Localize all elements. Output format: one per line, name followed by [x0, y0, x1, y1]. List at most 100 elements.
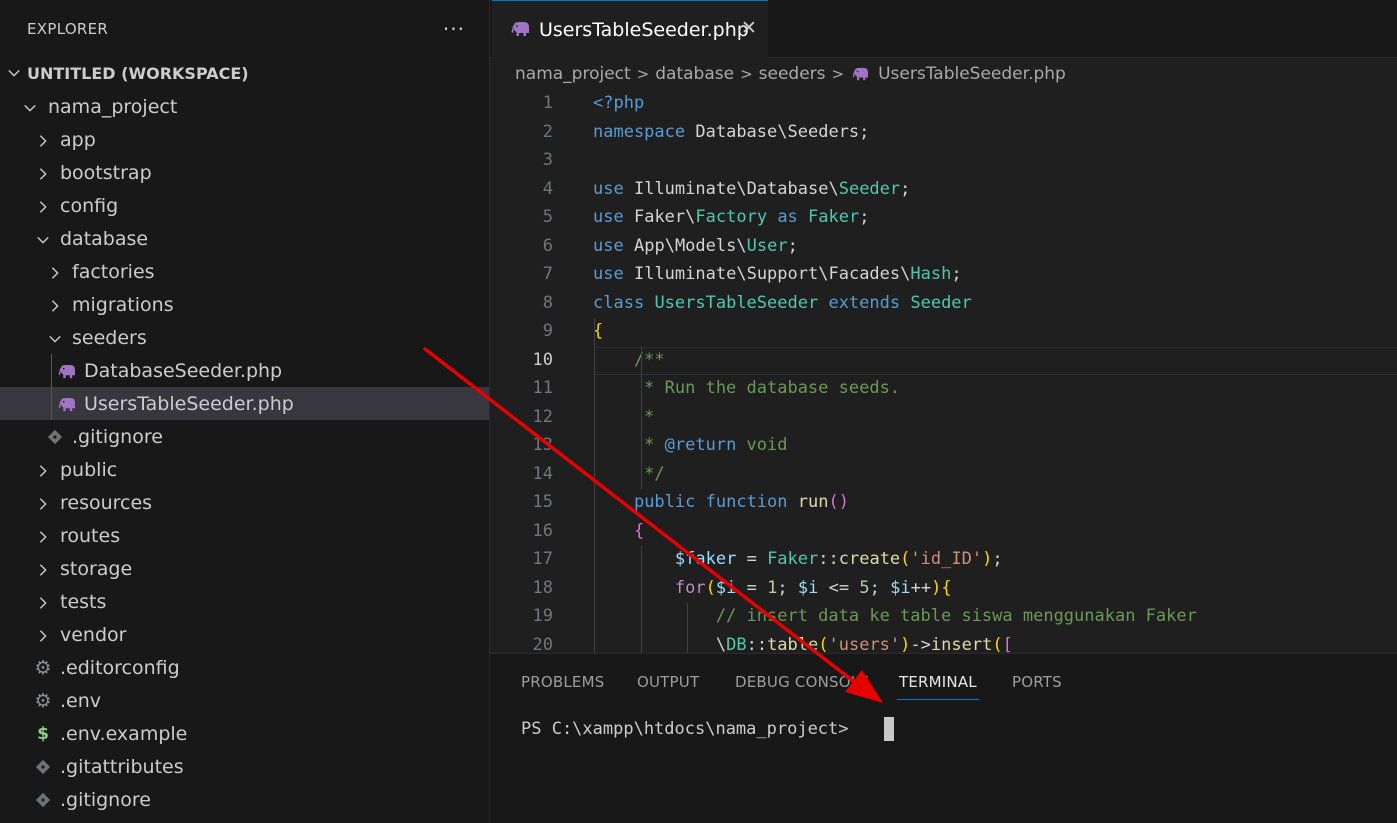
- tree-item-routes[interactable]: routes: [0, 519, 489, 552]
- code-line[interactable]: 15 public function run(): [490, 489, 1397, 518]
- code-text: use Faker\Factory as Faker;: [593, 207, 870, 227]
- tree-item-migrations[interactable]: migrations: [0, 288, 489, 321]
- line-number: 14: [532, 463, 553, 484]
- gear-icon: ⚙: [34, 656, 52, 679]
- tree-item-label: bootstrap: [60, 162, 152, 184]
- code-text: $faker = Faker::create('id_ID');: [674, 549, 1003, 569]
- code-text: use Illuminate\Support\Facades\Hash;: [593, 264, 962, 284]
- tab-users-table-seeder[interactable]: UsersTableSeeder.php ✕: [492, 0, 768, 58]
- tree-item-gitignore[interactable]: .gitignore: [0, 420, 489, 453]
- code-line[interactable]: 12 *: [490, 404, 1397, 433]
- tree-item-config[interactable]: config: [0, 189, 489, 222]
- code-line[interactable]: 11 * Run the database seeds.: [490, 375, 1397, 404]
- tree-item-label: factories: [72, 261, 155, 283]
- chevron-right-icon: [36, 463, 50, 477]
- code-line[interactable]: 1 <?php: [490, 90, 1397, 119]
- code-text: \DB::table('users')->insert([: [715, 634, 1013, 654]
- breadcrumb-item[interactable]: UsersTableSeeder.php: [878, 64, 1066, 84]
- tree-item-nama-project[interactable]: nama_project: [0, 90, 489, 123]
- tree-item-database[interactable]: database: [0, 222, 489, 255]
- tree-item-label: .editorconfig: [60, 657, 180, 679]
- code-line[interactable]: 9{: [490, 318, 1397, 347]
- tree-item-label: .gitignore: [72, 426, 163, 448]
- code-line[interactable]: 16 {: [490, 518, 1397, 547]
- tree-item-label: DatabaseSeeder.php: [84, 360, 283, 382]
- tree-item-gitattributes[interactable]: .gitattributes: [0, 750, 489, 783]
- more-actions-icon[interactable]: ···: [443, 19, 465, 39]
- code-text: * Run the database seeds.: [593, 378, 901, 398]
- tree-item-tests[interactable]: tests: [0, 585, 489, 618]
- code-line[interactable]: 3: [490, 147, 1397, 176]
- code-text: *: [593, 406, 655, 427]
- tree-item-app[interactable]: app: [0, 123, 489, 156]
- tree-item-label: vendor: [60, 624, 127, 646]
- breadcrumb-item[interactable]: database: [655, 64, 734, 84]
- tree-item-label: .env.example: [60, 723, 188, 745]
- tree-item-env-example[interactable]: $ .env.example: [0, 717, 489, 750]
- breadcrumb-item[interactable]: seeders: [759, 64, 826, 84]
- code-line[interactable]: 13 * @return void: [490, 432, 1397, 461]
- indent-guide: [51, 354, 52, 420]
- code-line[interactable]: 4 use Illuminate\Database\Seeder;: [490, 176, 1397, 205]
- code-line[interactable]: 2 namespace Database\Seeders;: [490, 119, 1397, 148]
- close-icon[interactable]: ✕: [741, 19, 757, 38]
- tree-item-editorconfig[interactable]: ⚙ .editorconfig: [0, 651, 489, 684]
- chevron-right-icon: [36, 166, 50, 180]
- tree-item-label: seeders: [72, 327, 147, 349]
- code-line[interactable]: 6 use App\Models\User;: [490, 233, 1397, 262]
- code-line[interactable]: 20 \DB::table('users')->insert([: [490, 632, 1397, 654]
- explorer-title: EXPLORER: [27, 20, 109, 38]
- tree-item-seeders[interactable]: seeders: [0, 321, 489, 354]
- tree-item-env[interactable]: ⚙ .env: [0, 684, 489, 717]
- tree-item-label: app: [60, 129, 96, 151]
- indent-guide: [641, 346, 642, 489]
- line-number: 3: [542, 150, 553, 170]
- code-line[interactable]: 18 for($i = 1; $i <= 5; $i++){: [490, 575, 1397, 604]
- line-number: 6: [542, 235, 553, 256]
- breadcrumb: nama_project > database > seeders > User…: [490, 58, 1397, 90]
- terminal-cursor: [884, 717, 894, 741]
- chevron-down-icon: [8, 69, 20, 77]
- tree-item-label: public: [60, 459, 118, 481]
- chevron-right-icon: [36, 628, 50, 642]
- explorer-sidebar: EXPLORER ··· UNTITLED (WORKSPACE) nama_p…: [0, 0, 490, 823]
- code-editor[interactable]: 1 <?php 2 namespace Database\Seeders; 3 4 use …: [490, 90, 1397, 653]
- tree-item-public[interactable]: public: [0, 453, 489, 486]
- code-text: // insert data ke table siswa menggunaka…: [593, 606, 1197, 626]
- chevron-right-icon: [36, 496, 50, 510]
- tab-ports[interactable]: PORTS: [1012, 673, 1062, 691]
- tab-debug-console[interactable]: DEBUG CONSOLE: [735, 673, 869, 691]
- tree-item-gitignore[interactable]: .gitignore: [0, 783, 489, 816]
- code-line[interactable]: 8 class UsersTableSeeder extends Seeder: [490, 290, 1397, 319]
- terminal-prompt[interactable]: PS C:\xampp\htdocs\nama_project>: [521, 719, 859, 739]
- php-elephant-icon: [57, 361, 77, 381]
- tree-item-storage[interactable]: storage: [0, 552, 489, 585]
- tree-item-databaseseeder-php[interactable]: DatabaseSeeder.php: [0, 354, 489, 387]
- tree-item-userstableseeder-php[interactable]: UsersTableSeeder.php: [0, 387, 489, 420]
- code-text: for($i = 1; $i <= 5; $i++){: [674, 577, 952, 598]
- tab-problems[interactable]: PROBLEMS: [521, 673, 604, 691]
- code-line[interactable]: 5 use Faker\Factory as Faker;: [490, 204, 1397, 233]
- chevron-right-icon: [36, 562, 50, 576]
- tree-item-factories[interactable]: factories: [0, 255, 489, 288]
- tab-output[interactable]: OUTPUT: [637, 673, 699, 691]
- breadcrumb-item[interactable]: nama_project: [515, 64, 631, 84]
- tab-terminal[interactable]: TERMINAL: [899, 673, 977, 691]
- code-line[interactable]: 10 /**: [490, 347, 1397, 376]
- code-text: <?php: [593, 93, 645, 113]
- workspace-header[interactable]: UNTITLED (WORKSPACE): [0, 57, 489, 90]
- code-line[interactable]: 14 */: [490, 461, 1397, 490]
- code-text: namespace Database\Seeders;: [593, 121, 870, 142]
- code-line[interactable]: 19 // insert data ke table siswa menggun…: [490, 603, 1397, 632]
- active-tab-indicator: [897, 699, 979, 700]
- tree-item-bootstrap[interactable]: bootstrap: [0, 156, 489, 189]
- tree-item-label: tests: [60, 591, 107, 613]
- tree-item-resources[interactable]: resources: [0, 486, 489, 519]
- indent-guide: [594, 318, 595, 653]
- line-number: 18: [532, 577, 553, 598]
- tree-item-vendor[interactable]: vendor: [0, 618, 489, 651]
- line-number: 17: [532, 549, 553, 569]
- code-line[interactable]: 7 use Illuminate\Support\Facades\Hash;: [490, 261, 1397, 290]
- tree-item-label: migrations: [72, 294, 174, 316]
- code-line[interactable]: 17 $faker = Faker::create('id_ID');: [490, 546, 1397, 575]
